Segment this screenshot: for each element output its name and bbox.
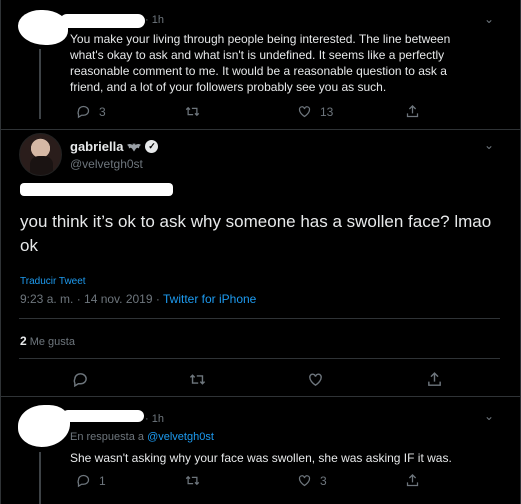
retweet-button[interactable] (185, 473, 208, 488)
thread-line (39, 49, 41, 119)
reply-count: 3 (99, 104, 106, 119)
redacted-name (62, 410, 144, 422)
tweet-time[interactable]: · 1h (145, 413, 164, 425)
tweet-text-line: You make your living through people bein… (70, 32, 451, 46)
share-button[interactable] (405, 473, 420, 488)
verified-badge-icon: ✓ (145, 140, 159, 153)
like-button[interactable]: 13 (297, 104, 333, 119)
retweet-icon (185, 106, 200, 117)
share-icon (406, 473, 419, 487)
display-name-text: gabriella (70, 139, 124, 154)
tweet-text: you think it’s ok to ask why someone has… (20, 212, 492, 255)
reply-icon (77, 105, 90, 119)
tweet-text-line: friend, and a lot of your followers prob… (70, 80, 387, 94)
tweet-text-line: reasonable comment to me. It would be a … (70, 64, 447, 78)
like-count: 13 (320, 104, 334, 119)
bat-emoji-icon (127, 142, 142, 151)
heart-icon (298, 475, 311, 487)
reply-tweet-2[interactable]: · 1h ⌄ En respuesta a @velvetgh0st She w… (0, 396, 521, 504)
like-count: 3 (320, 473, 327, 488)
chevron-down-icon[interactable]: ⌄ (484, 138, 494, 152)
retweet-icon (185, 475, 200, 486)
chevron-down-icon[interactable]: ⌄ (484, 12, 494, 26)
chevron-down-icon[interactable]: ⌄ (484, 409, 494, 423)
share-icon[interactable] (426, 371, 443, 388)
redacted-avatar (18, 405, 70, 447)
reply-button[interactable]: 1 (76, 473, 106, 488)
tweet-meta: 9:23 a. m. · 14 nov. 2019 · Twitter for … (20, 292, 256, 306)
reply-tweet-1[interactable]: · 1h ⌄ You make your living through peop… (0, 0, 521, 130)
likes-count: 2 (20, 334, 27, 348)
tweet-actions (0, 371, 521, 391)
avatar[interactable] (19, 133, 62, 176)
tweet-time[interactable]: · 1h (145, 14, 164, 26)
tweet-text: She wasn't asking why your face was swol… (70, 451, 452, 465)
tweet-text: You make your living through people bein… (70, 31, 450, 95)
share-icon (406, 104, 419, 118)
retweet-icon[interactable] (189, 371, 206, 388)
heart-icon (298, 106, 311, 118)
thread-line (39, 452, 41, 504)
display-name[interactable]: gabriella ✓ (70, 139, 159, 154)
like-button[interactable]: 3 (297, 473, 327, 488)
likes-label: Me gusta (29, 336, 75, 348)
reply-icon[interactable] (72, 371, 89, 388)
tweet-text-line: what's okay to ask and what isn't is und… (70, 48, 445, 62)
tweet-timestamp[interactable]: 9:23 a. m. · 14 nov. 2019 · (20, 292, 163, 306)
redacted-name (60, 14, 145, 28)
reply-context-prefix: En respuesta a (70, 431, 148, 443)
divider (19, 318, 500, 319)
reply-button[interactable]: 3 (76, 104, 106, 119)
reply-icon (77, 474, 90, 488)
redacted-avatar (18, 10, 68, 45)
reply-count: 1 (99, 473, 106, 488)
divider (19, 358, 500, 359)
translate-link[interactable]: Traducir Tweet (20, 276, 86, 287)
user-handle[interactable]: @velvetgh0st (70, 157, 143, 171)
reply-context-handle[interactable]: @velvetgh0st (147, 431, 214, 443)
redacted-reply-context (20, 183, 173, 196)
tweet-client[interactable]: Twitter for iPhone (163, 292, 256, 306)
retweet-button[interactable] (185, 104, 208, 119)
likes-summary[interactable]: 2 Me gusta (20, 334, 75, 348)
heart-icon[interactable] (307, 371, 324, 388)
reply-context: En respuesta a @velvetgh0st (70, 431, 214, 443)
share-button[interactable] (405, 104, 420, 119)
